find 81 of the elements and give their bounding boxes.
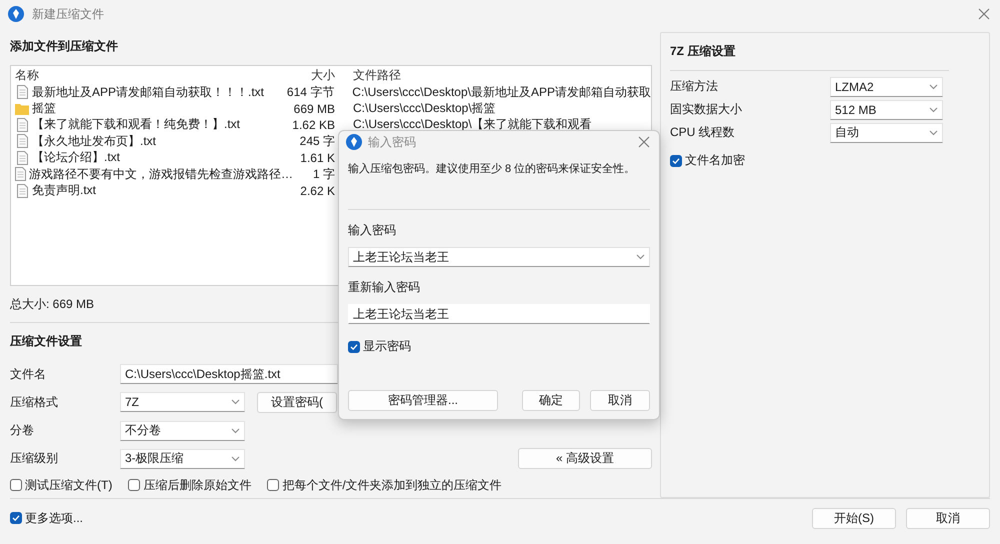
field-label: 固实数据大小 [670, 101, 743, 118]
file-name[interactable]: 【永久地址发布页】.txt [32, 132, 156, 150]
advanced-settings-button[interactable]: « 高级设置 [518, 448, 652, 470]
checkbox[interactable] [128, 479, 140, 492]
chevron-down-icon [929, 130, 938, 136]
field-label: 分卷 [10, 422, 35, 440]
field-label: 输入密码 [348, 222, 397, 239]
file-name[interactable]: 游戏路径不要有中文，游戏报错先检查游戏路径… [29, 166, 293, 183]
close-icon[interactable] [978, 8, 990, 20]
field-label: 压缩级别 [10, 450, 59, 468]
file-size: 1.62 KB [292, 118, 335, 132]
file-size: 2.62 K [300, 184, 335, 198]
file-icon [16, 85, 28, 100]
field-label: 重新输入密码 [348, 279, 421, 296]
file-icon [16, 118, 28, 132]
file-icon [16, 150, 28, 165]
ok-button[interactable]: 确定 [522, 390, 580, 411]
start-button[interactable]: 开始(S) [812, 508, 896, 528]
file-path: C:\Users\ccc\Desktop\摇篮 [353, 101, 496, 116]
checkbox-label[interactable]: 把每个文件/文件夹添加到独立的压缩文件 [282, 476, 502, 494]
dialog-title: 输入密码 [368, 134, 417, 150]
filename-field[interactable]: C:\Users\ccc\Desktop摇篮.txt [120, 364, 338, 384]
dropdown[interactable]: 3-极限压缩 [120, 448, 245, 469]
column-header[interactable]: 文件路径 [353, 68, 401, 82]
column-header[interactable]: 大小 [311, 68, 335, 82]
section-heading: 添加文件到压缩文件 [10, 38, 118, 55]
app-logo-icon [346, 134, 362, 150]
file-size: 669 MB [294, 102, 335, 116]
checkbox-label[interactable]: 显示密码 [363, 338, 411, 355]
folder-icon [15, 102, 29, 115]
file-icon [15, 167, 26, 182]
checkbox[interactable] [267, 479, 280, 492]
file-name[interactable]: 【论坛介绍】.txt [32, 149, 120, 166]
dropdown[interactable]: 512 MB [830, 100, 943, 120]
file-icon [16, 184, 28, 198]
confirm-password-field[interactable]: 上老王论坛当老王 [348, 304, 650, 324]
app-logo-icon [8, 6, 24, 22]
file-name[interactable]: 【来了就能下载和观看！纯免费！】.txt [32, 116, 240, 134]
dropdown[interactable]: LZMA2 [830, 76, 943, 96]
chevron-down-icon [231, 399, 240, 406]
dropdown[interactable]: 7Z [120, 392, 245, 412]
file-icon [16, 134, 28, 148]
file-size: 245 字 [300, 134, 335, 148]
chevron-down-icon [636, 254, 645, 260]
checkbox[interactable] [10, 479, 22, 492]
cancel-button[interactable]: 取消 [590, 390, 650, 411]
password-field[interactable]: 上老王论坛当老王 [348, 247, 650, 267]
chevron-down-icon [231, 456, 240, 462]
dropdown[interactable]: 自动 [830, 122, 943, 142]
checkbox-label[interactable]: 压缩后删除原始文件 [143, 476, 252, 494]
set-password-button[interactable]: 设置密码( [257, 392, 337, 413]
dropdown[interactable]: 不分卷 [120, 420, 245, 441]
column-header[interactable]: 名称 [15, 66, 39, 84]
file-size: 1 字 [312, 166, 335, 181]
field-label: 压缩格式 [10, 394, 59, 411]
field-label: CPU 线程数 [670, 124, 736, 141]
chevron-down-icon [929, 84, 938, 90]
file-name[interactable]: 免责声明.txt [32, 182, 96, 200]
checkbox[interactable] [670, 154, 682, 166]
password-manager-button[interactable]: 密码管理器... [348, 390, 498, 411]
chevron-down-icon [231, 428, 240, 434]
checkbox[interactable] [10, 512, 22, 524]
checkbox[interactable] [348, 340, 360, 352]
cancel-button[interactable]: 取消 [906, 508, 990, 528]
field-label: 压缩方法 [670, 78, 719, 95]
section-heading: 7Z 压缩设置 [670, 43, 736, 60]
file-size: 614 字节 [286, 84, 334, 99]
checkbox-label[interactable]: 测试压缩文件(T) [25, 476, 112, 494]
file-name[interactable]: 摇篮 [32, 100, 56, 118]
close-icon[interactable] [638, 136, 650, 148]
chevron-down-icon [929, 106, 938, 112]
dialog-message: 输入压缩包密码。建议使用至少 8 位的密码来保证安全性。 [348, 162, 636, 177]
section-heading: 压缩文件设置 [10, 333, 82, 350]
field-label: 文件名 [10, 366, 47, 383]
checkbox-label[interactable]: 文件名加密 [685, 152, 745, 169]
file-path: C:\Users\ccc\Desktop\【来了就能下载和观看 [353, 117, 592, 132]
file-size: 1.61 K [300, 150, 335, 165]
window-title: 新建压缩文件 [32, 6, 105, 22]
file-path: C:\Users\ccc\Desktop\最新地址及APP请发邮箱自动获取 [352, 84, 651, 99]
checkbox-label[interactable]: 更多选项... [25, 510, 84, 526]
file-name[interactable]: 最新地址及APP请发邮箱自动获取！！！.txt [32, 84, 264, 101]
